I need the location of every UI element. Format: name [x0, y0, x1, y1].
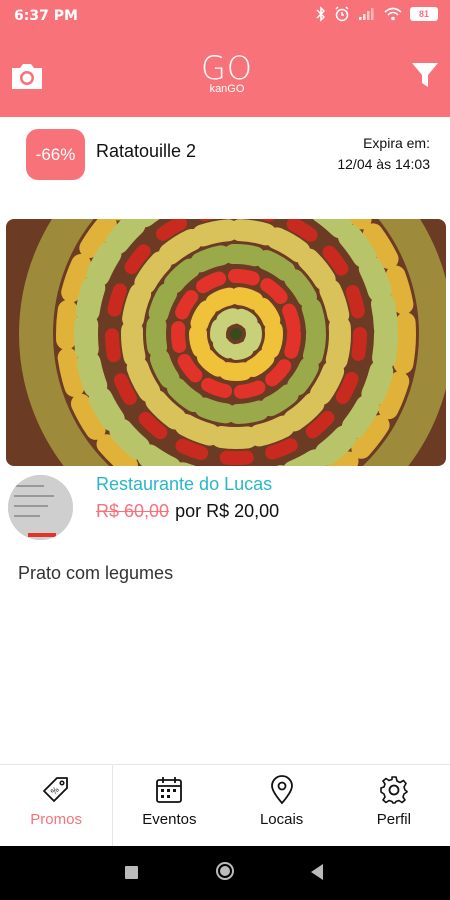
- expiration-info: Expira em: 12/04 às 14:03: [337, 133, 430, 175]
- restaurant-avatar[interactable]: [8, 475, 73, 540]
- bottom-tab-bar: % Promos Eventos Locais Perfil: [0, 764, 450, 847]
- wifi-icon: [384, 7, 402, 21]
- battery-level: 81: [418, 9, 429, 19]
- gear-icon: [380, 776, 408, 804]
- camera-icon[interactable]: [9, 58, 45, 94]
- home-button[interactable]: [216, 862, 234, 880]
- tab-perfil[interactable]: Perfil: [338, 765, 450, 847]
- tab-label: Perfil: [376, 811, 411, 828]
- signal-icon: [359, 8, 374, 20]
- tag-icon: %: [43, 777, 69, 802]
- status-time: 6:37 PM: [14, 8, 78, 24]
- calendar-icon: [156, 777, 183, 803]
- battery-icon: 81: [410, 7, 438, 21]
- tab-label: Eventos: [142, 811, 197, 828]
- promo-title: Ratatouille 2: [96, 141, 197, 161]
- app-logo: GO kanGO: [195, 51, 259, 101]
- menu-thumbnail: [8, 475, 73, 540]
- expiration-label: Expira em:: [363, 135, 430, 151]
- alarm-icon: [335, 6, 349, 22]
- app-bar: GO kanGO: [0, 33, 450, 117]
- system-nav-bar: [0, 846, 450, 900]
- new-price: por R$ 20,00: [175, 501, 280, 521]
- back-icon[interactable]: [309, 863, 325, 881]
- promo-description: Prato com legumes: [18, 563, 174, 583]
- tab-label: Promos: [30, 811, 82, 828]
- tab-label: Locais: [259, 811, 304, 828]
- recent-apps-button[interactable]: [125, 866, 138, 879]
- expiration-value: 12/04 às 14:03: [337, 156, 430, 172]
- restaurant-name-link[interactable]: Restaurante do Lucas: [96, 474, 272, 495]
- tab-eventos[interactable]: Eventos: [113, 765, 225, 847]
- filter-icon[interactable]: [410, 60, 440, 90]
- promo-photo[interactable]: [6, 219, 446, 466]
- map-pin-icon: [270, 775, 293, 805]
- tab-locais[interactable]: Locais: [226, 765, 338, 847]
- tab-promos[interactable]: % Promos: [0, 765, 114, 847]
- ratatouille-image: [6, 219, 446, 466]
- price-info: R$ 60,00 por R$ 20,00: [96, 501, 279, 522]
- home-dot: [220, 866, 230, 876]
- status-icons: 81: [316, 6, 438, 22]
- old-price: R$ 60,00: [96, 501, 170, 521]
- discount-badge: -66%: [26, 129, 85, 180]
- logo-text: GO: [201, 49, 253, 87]
- bluetooth-icon: [316, 6, 326, 22]
- status-bar: 6:37 PM 81: [0, 0, 450, 33]
